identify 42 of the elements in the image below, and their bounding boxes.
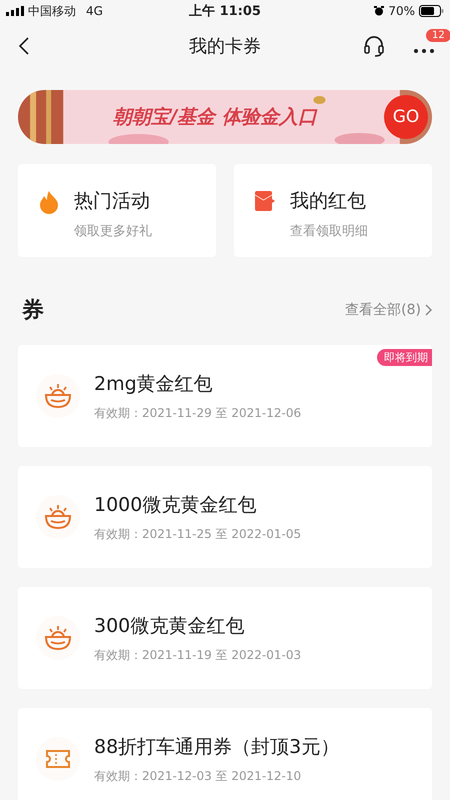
headset-icon <box>364 35 384 57</box>
section-title: 券 <box>22 297 44 325</box>
coupon-title: 2mg黄金红包 <box>94 372 214 396</box>
customer-service-button[interactable] <box>362 33 386 59</box>
alarm-icon <box>374 6 384 16</box>
battery-percent: 70% <box>388 4 415 18</box>
promo-banner[interactable]: 朝朝宝/基金 体验金入口 GO <box>18 90 432 144</box>
network-type: 4G <box>86 4 103 18</box>
page-title: 我的卡券 <box>189 35 261 58</box>
ticket-icon <box>46 750 70 768</box>
expiring-tag: 即将到期 <box>377 349 432 366</box>
coupon-validity: 有效期：2021-11-29 至 2021-12-06 <box>94 404 302 422</box>
status-time: 上午 11:05 <box>189 3 261 20</box>
shortcut-subtitle: 领取更多好礼 <box>74 223 152 240</box>
ingot-icon <box>44 504 72 530</box>
coupon-title: 88折打车通用券（封顶3元） <box>94 734 340 760</box>
shortcut-card[interactable]: 我的红包 查看领取明细 <box>234 164 432 257</box>
shortcut-card[interactable]: 热门活动 领取更多好礼 <box>18 164 216 257</box>
chevron-icon <box>425 304 432 316</box>
shortcut-subtitle: 查看领取明细 <box>290 223 368 240</box>
flame-icon <box>38 190 60 214</box>
coupon-card[interactable]: 300微克黄金红包 有效期：2021-11-19 至 2022-01-03 <box>18 587 432 689</box>
carrier-name: 中国移动 <box>28 2 76 20</box>
ingot-icon <box>44 383 72 409</box>
ingot-icon <box>44 625 72 651</box>
signal-icon <box>6 6 24 16</box>
coupon-title: 1000微克黄金红包 <box>94 492 258 518</box>
coupon-card[interactable]: 1000微克黄金红包 有效期：2021-11-25 至 2022-01-05 <box>18 466 432 568</box>
envelope-icon <box>254 190 276 212</box>
back-icon <box>18 36 30 56</box>
shortcut-title: 我的红包 <box>290 189 367 214</box>
more-icon <box>414 49 434 53</box>
notification-badge: 12 <box>426 29 450 42</box>
coupon-card[interactable]: 即将到期 2mg黄金红包 有效期：2021-11-29 至 2021-12-06 <box>18 345 432 447</box>
banner-text: 朝朝宝/基金 体验金入口 <box>113 105 317 130</box>
coupon-validity: 有效期：2021-12-03 至 2021-12-10 <box>94 768 302 784</box>
coupon-card[interactable]: 88折打车通用券（封顶3元） 有效期：2021-12-03 至 2021-12-10 <box>18 708 432 800</box>
coupon-title: 300微克黄金红包 <box>94 614 246 638</box>
battery-icon <box>419 5 444 17</box>
coupon-validity: 有效期：2021-11-19 至 2022-01-03 <box>94 646 302 664</box>
shortcut-title: 热门活动 <box>74 189 151 214</box>
coupon-validity: 有效期：2021-11-25 至 2022-01-05 <box>94 526 302 542</box>
